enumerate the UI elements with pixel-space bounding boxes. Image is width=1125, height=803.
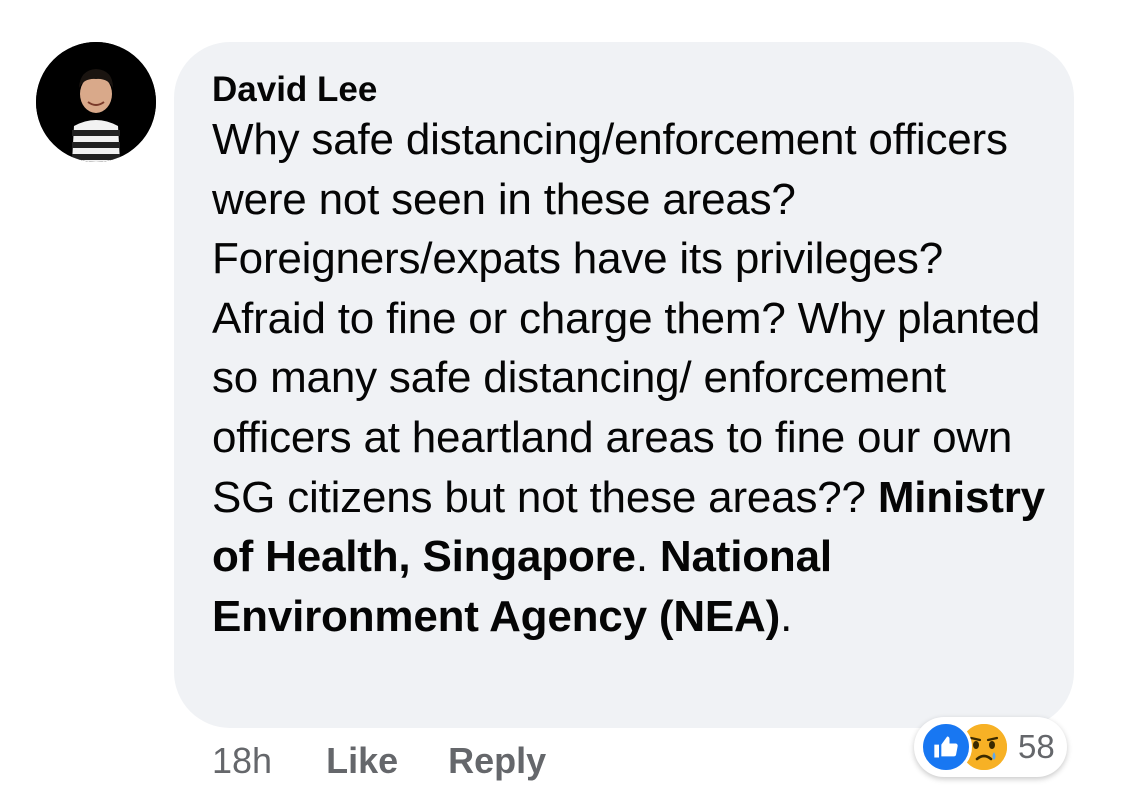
comment-body: Why safe distancing/enforcement officers… (212, 115, 1041, 522)
avatar[interactable] (36, 42, 156, 162)
mention-separator: . (635, 532, 660, 582)
timestamp[interactable]: 18h (212, 740, 272, 782)
reaction-count: 58 (1018, 728, 1055, 765)
reply-button[interactable]: Reply (448, 740, 546, 782)
reactions-summary[interactable]: 58 (914, 717, 1067, 777)
comment-text: Why safe distancing/enforcement officers… (212, 110, 1054, 646)
comment-actions: 18h Like Reply (212, 738, 596, 784)
like-button[interactable]: Like (326, 740, 398, 782)
author-name[interactable]: David Lee (212, 70, 1054, 110)
comment-container: David Lee Why safe distancing/enforcemen… (0, 0, 1125, 803)
trailing-punctuation: . (780, 591, 793, 641)
like-icon (920, 721, 972, 773)
comment-bubble: David Lee Why safe distancing/enforcemen… (174, 42, 1074, 728)
avatar-image (36, 42, 156, 162)
